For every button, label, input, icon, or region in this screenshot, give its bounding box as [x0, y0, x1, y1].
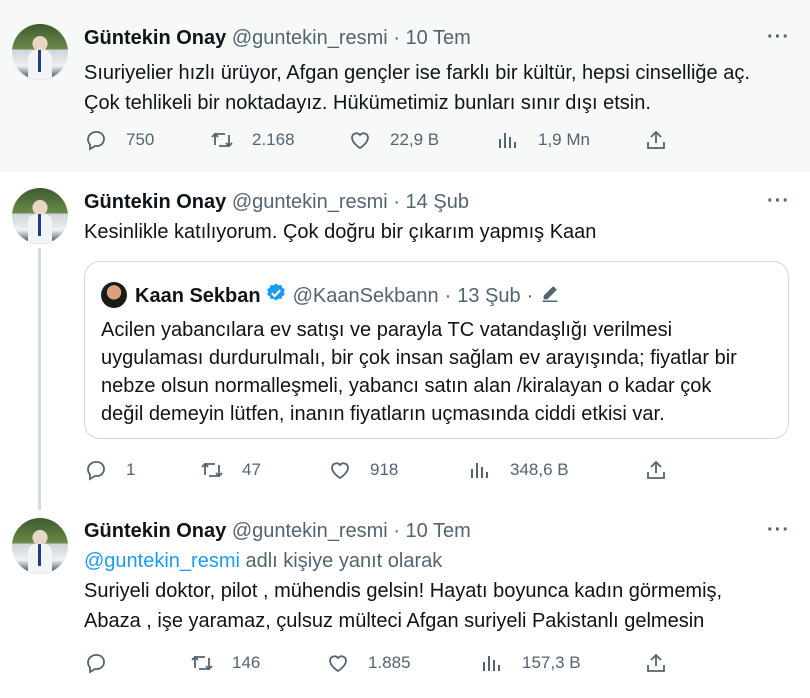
views-count: 157,3 B	[522, 653, 581, 672]
quoted-author-name: Kaan Sekban	[135, 284, 261, 307]
quoted-date: 13 Şub	[457, 284, 521, 307]
reply-button[interactable]	[84, 647, 126, 679]
author-name[interactable]: Güntekin Onay	[84, 191, 226, 213]
retweet-button[interactable]: 2.168	[210, 124, 295, 156]
views-count: 1,9 Mn	[538, 130, 590, 149]
share-button[interactable]	[644, 124, 686, 156]
quoted-text: Acilen yabancılara ev satışı ve parayla …	[101, 316, 781, 428]
tweet-text: Sıuriyelier hızlı ürüyor, Afgan gençler …	[84, 58, 794, 118]
views-count: 348,6 B	[510, 460, 569, 479]
tweet-header: Güntekin Onay @guntekin_resmi · 14 Şub	[84, 191, 469, 214]
more-options-button[interactable]: ···	[767, 190, 790, 213]
separator-dot: ·	[393, 520, 400, 542]
retweet-icon	[201, 462, 223, 478]
like-button[interactable]: 1.885	[326, 647, 411, 679]
like-button[interactable]: 22,9 B	[348, 124, 439, 156]
retweet-button[interactable]: 47	[200, 454, 261, 486]
share-icon	[647, 130, 665, 149]
share-icon	[647, 460, 665, 479]
like-button[interactable]: 918	[328, 454, 398, 486]
like-icon	[331, 462, 349, 480]
retweet-button[interactable]: 146	[190, 647, 260, 679]
avatar[interactable]	[12, 518, 68, 574]
like-count: 22,9 B	[390, 130, 440, 149]
tweet-text-line: Sıuriyelier hızlı ürüyor, Afgan gençler …	[84, 62, 750, 84]
tweet-text-line: Suriyeli doktor, pilot , mühendis gelsin…	[84, 580, 723, 602]
views-icon	[483, 656, 500, 671]
like-icon	[329, 655, 347, 673]
tweet-text: Kesinlikle katılıyorum. Çok doğru bir çı…	[84, 217, 794, 247]
views-button[interactable]: 157,3 B	[480, 647, 581, 679]
like-icon	[351, 132, 369, 150]
reply-icon	[87, 654, 105, 674]
author-handle[interactable]: @guntekin_resmi	[232, 27, 388, 49]
more-options-button[interactable]: ···	[767, 519, 790, 542]
separator-dot: ·	[526, 284, 534, 307]
separator-dot: ·	[393, 27, 400, 49]
tweet-header: Güntekin Onay @guntekin_resmi · 10 Tem	[84, 520, 471, 543]
share-icon	[647, 653, 665, 672]
tweet-date[interactable]: 10 Tem	[406, 27, 471, 49]
tweet-text-line: Abaza , işe yaramaz, çulsuz mülteci Afga…	[84, 610, 705, 632]
tweet-date[interactable]: 10 Tem	[406, 520, 471, 542]
action-bar: 1 47 918 348,6 B	[84, 454, 784, 486]
quoted-header: Kaan Sekban @KaanSekbann · 13 Şub ·	[135, 282, 561, 310]
tweet-date[interactable]: 14 Şub	[406, 191, 469, 213]
author-name[interactable]: Güntekin Onay	[84, 27, 226, 49]
reply-to-mention[interactable]: @guntekin_resmi	[84, 550, 240, 572]
quoted-text-line: nebze olsun normalleşmeli, yabancı satın…	[101, 375, 712, 397]
reply-context: @guntekin_resmi adlı kişiye yanıt olarak	[84, 546, 794, 576]
reply-count: 1	[126, 460, 136, 479]
tweet-text: Suriyeli doktor, pilot , mühendis gelsin…	[84, 576, 794, 636]
verified-badge-icon	[265, 282, 287, 310]
like-count: 1.885	[368, 653, 411, 672]
avatar[interactable]	[12, 24, 68, 80]
quoted-tweet[interactable]: Kaan Sekban @KaanSekbann · 13 Şub · Acil…	[84, 261, 789, 439]
tweet-text-line: Çok tehlikeli bir noktadayız. Hükümetimi…	[84, 92, 651, 114]
retweet-icon	[211, 132, 233, 148]
avatar[interactable]	[12, 188, 68, 244]
retweet-count: 2.168	[252, 130, 295, 149]
author-handle[interactable]: @guntekin_resmi	[232, 520, 388, 542]
quoted-text-line: uygulaması durdurulmalı, bir çok insan s…	[101, 347, 737, 369]
retweet-count: 47	[242, 460, 261, 479]
share-button[interactable]	[644, 647, 686, 679]
reply-to-label: adlı kişiye yanıt olarak	[239, 550, 443, 572]
action-bar: 750 2.168 22,9 B 1,9 Mn	[84, 124, 784, 156]
views-icon	[499, 133, 516, 148]
separator-dot: ·	[444, 284, 452, 307]
reply-button[interactable]: 750	[84, 124, 154, 156]
more-options-button[interactable]: ···	[767, 26, 790, 49]
reply-icon	[87, 131, 105, 151]
tweet-1[interactable]: Güntekin Onay @guntekin_resmi · 10 Tem ·…	[0, 0, 810, 171]
quoted-text-line: değil demeyin lütfen, inanın fiyatların …	[101, 403, 665, 425]
like-count: 918	[370, 460, 399, 479]
views-icon	[471, 463, 488, 478]
author-name[interactable]: Güntekin Onay	[84, 520, 226, 542]
views-button[interactable]: 348,6 B	[468, 454, 569, 486]
reply-button[interactable]: 1	[84, 454, 135, 486]
quoted-text-line: Acilen yabancılara ev satışı ve parayla …	[101, 319, 673, 341]
tweet-2[interactable]: Güntekin Onay @guntekin_resmi · 14 Şub ·…	[0, 171, 810, 501]
reply-icon	[87, 461, 105, 481]
share-button[interactable]	[644, 454, 686, 486]
reply-count: 750	[126, 130, 155, 149]
tweet-text-line: Kesinlikle katılıyorum. Çok doğru bir çı…	[84, 221, 597, 243]
tweet-header: Güntekin Onay @guntekin_resmi · 10 Tem	[84, 27, 471, 50]
views-button[interactable]: 1,9 Mn	[496, 124, 590, 156]
quoted-author-handle: @KaanSekbann	[292, 284, 439, 307]
retweet-icon	[191, 655, 213, 671]
author-handle[interactable]: @guntekin_resmi	[232, 191, 388, 213]
retweet-count: 146	[232, 653, 261, 672]
action-bar: 146 1.885 157,3 B	[84, 647, 784, 679]
quoted-avatar	[101, 282, 127, 308]
separator-dot: ·	[393, 191, 400, 213]
edited-icon	[539, 282, 561, 310]
tweet-3[interactable]: Güntekin Onay @guntekin_resmi · 10 Tem ·…	[0, 501, 810, 698]
